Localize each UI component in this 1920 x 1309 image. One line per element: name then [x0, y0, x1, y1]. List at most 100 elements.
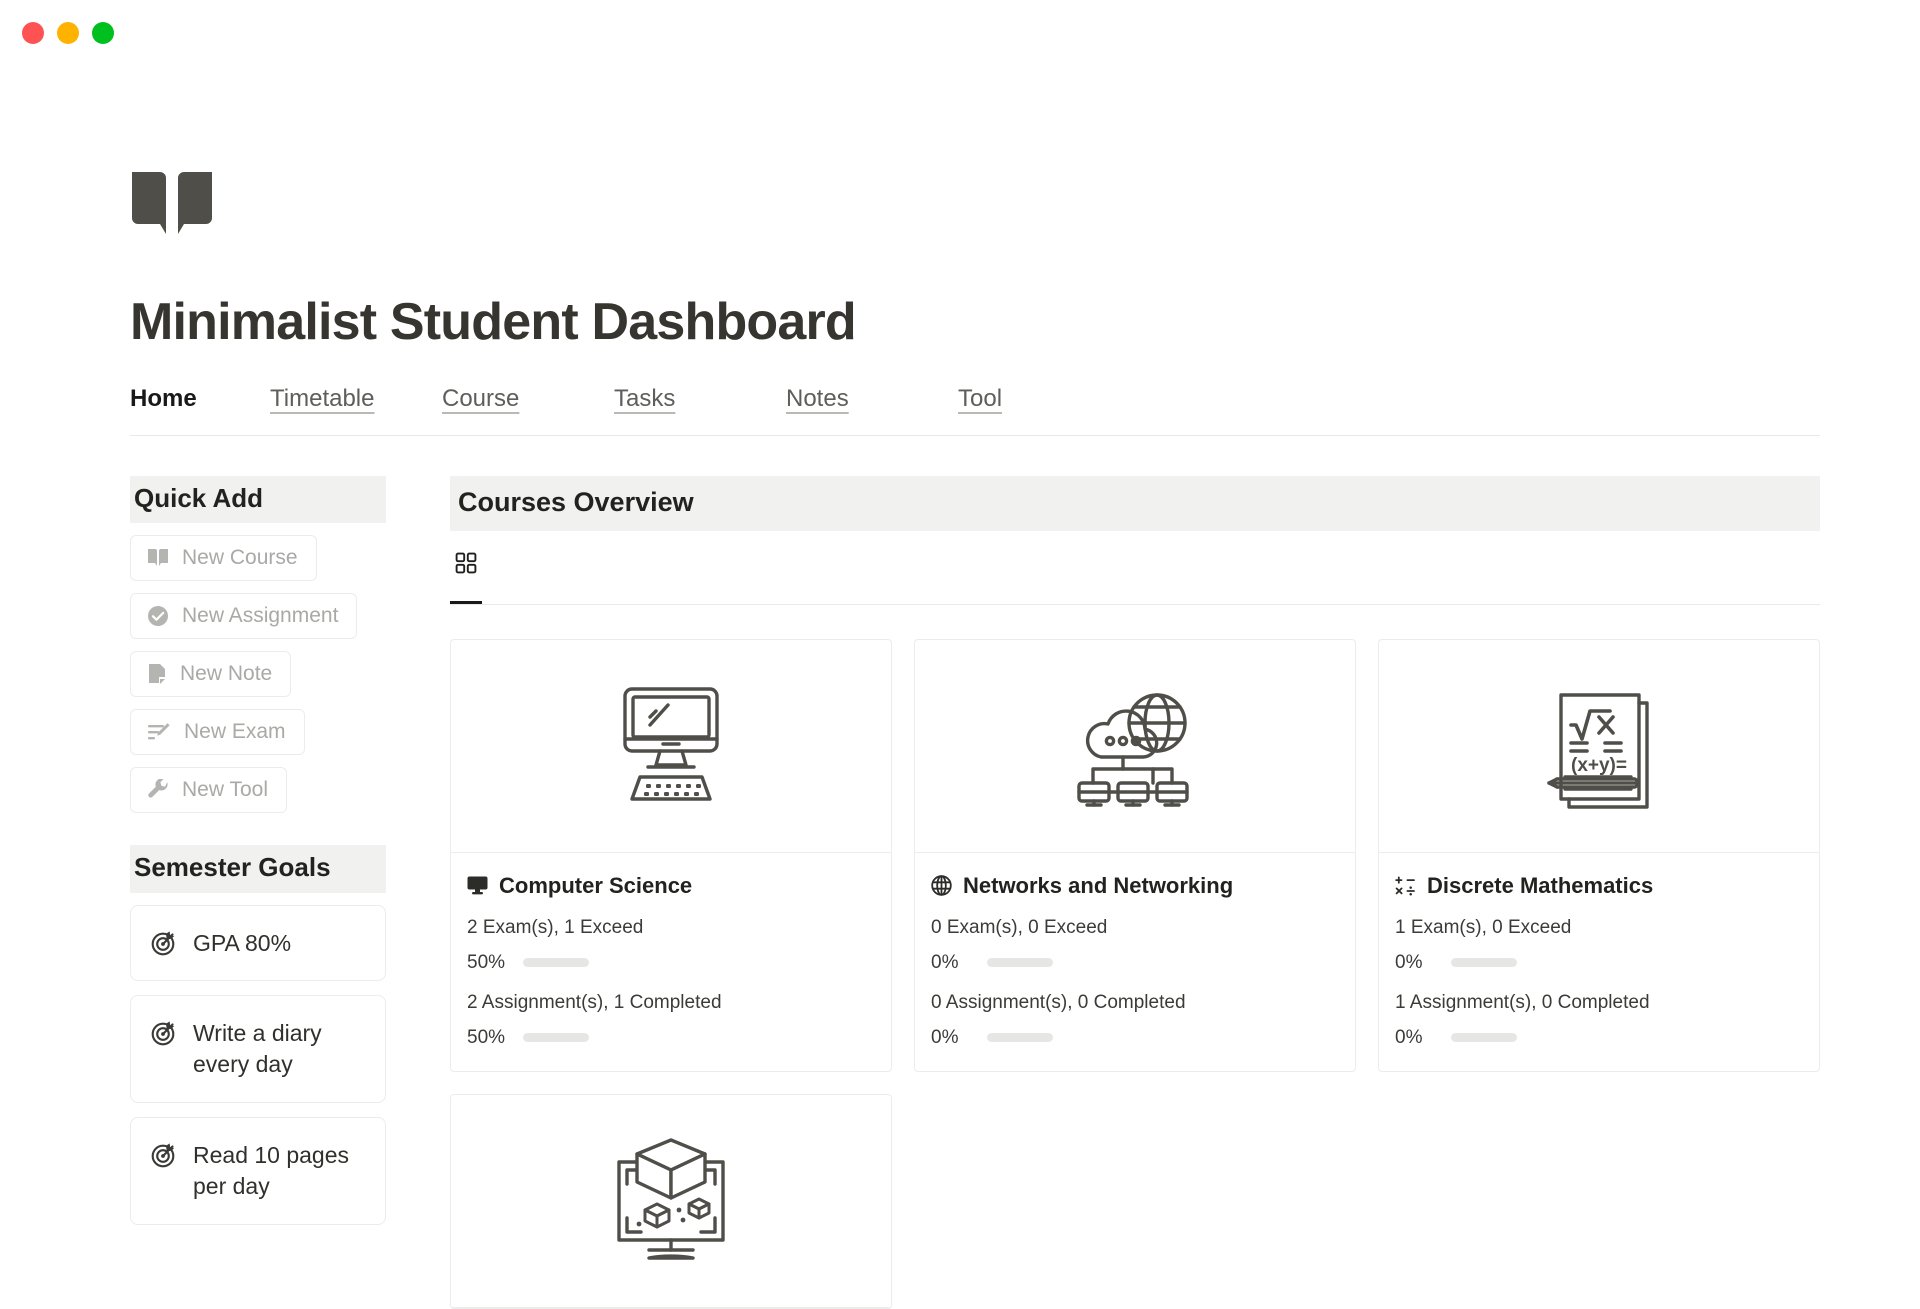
- new-course-button[interactable]: New Course: [130, 535, 317, 582]
- gallery-view-tab[interactable]: [450, 547, 492, 604]
- sidebar: Quick Add New Course New Assignment New …: [130, 476, 386, 1308]
- quick-add-heading: Quick Add: [130, 476, 386, 524]
- target-icon: [151, 1021, 175, 1046]
- course-title: Networks and Networking: [963, 872, 1234, 898]
- course-assignments-text: 2 Assignment(s), 1 Completed: [467, 991, 722, 1013]
- desktop-icon: [467, 876, 488, 895]
- math-symbols-icon: [1395, 876, 1415, 896]
- new-note-label: New Note: [180, 662, 273, 686]
- book-icon: [148, 549, 168, 567]
- target-icon: [151, 1143, 175, 1168]
- goal-label: Read 10 pages per day: [193, 1142, 350, 1199]
- app-window: Minimalist Student Dashboard Home Timeta…: [0, 0, 1920, 1309]
- course-assignments-text: 1 Assignment(s), 0 Completed: [1395, 991, 1650, 1013]
- view-toggle-bar: [450, 547, 1820, 605]
- progress-track: [987, 958, 1053, 968]
- svg-text:(x+y)=: (x+y)=: [1571, 755, 1627, 776]
- course-exams-progress: 50%: [467, 952, 875, 974]
- course-title-row: Computer Science: [467, 873, 875, 899]
- progress-track: [523, 1033, 589, 1043]
- new-assignment-button[interactable]: New Assignment: [130, 593, 358, 640]
- window-controls: [22, 22, 114, 44]
- nav-item-course[interactable]: Course: [442, 385, 519, 412]
- course-title-row: Networks and Networking: [931, 873, 1339, 899]
- page-title: Minimalist Student Dashboard: [130, 293, 857, 351]
- note-icon: [149, 664, 165, 685]
- new-exam-button[interactable]: New Exam: [130, 709, 305, 756]
- course-details: Computer Science 2 Exam(s), 1 Exceed 50%…: [451, 853, 891, 1071]
- page-content: Minimalist Student Dashboard Home Timeta…: [130, 170, 1820, 1309]
- progress-track: [987, 1033, 1053, 1043]
- globe-icon: [931, 875, 952, 896]
- progress-percent: 0%: [1395, 1026, 1423, 1048]
- course-card-networks-and-networking[interactable]: Networks and Networking 0 Exam(s), 0 Exc…: [914, 638, 1356, 1072]
- goal-label: GPA 80%: [193, 929, 292, 956]
- course-assignments-progress: 50%: [467, 1027, 875, 1049]
- exam-pencil-icon: [148, 723, 170, 740]
- course-assignments-progress: 0%: [1395, 1027, 1803, 1049]
- cloud-network-servers-illustration: [1077, 692, 1189, 807]
- course-assignments-progress: 0%: [931, 1027, 1339, 1049]
- course-thumbnail: [451, 640, 891, 853]
- check-circle-icon: [148, 606, 168, 627]
- progress-percent: 50%: [467, 1026, 506, 1048]
- course-exams-text: 0 Exam(s), 0 Exceed: [931, 916, 1108, 938]
- main-navigation: Home Timetable Course Tasks Notes Tool: [130, 385, 1820, 437]
- 3d-cube-monitor-illustration: [617, 1137, 725, 1260]
- course-card-discrete-mathematics[interactable]: (x+y)= Discrete Mathematics 1 Exam(s), 0…: [1378, 638, 1820, 1072]
- target-icon: [151, 930, 175, 955]
- course-details: Discrete Mathematics 1 Exam(s), 0 Exceed…: [1379, 853, 1819, 1071]
- close-window-button[interactable]: [22, 22, 44, 44]
- courses-overview-panel: Courses Overview Computer Science 2 Exam…: [450, 476, 1820, 1309]
- progress-track: [523, 958, 589, 968]
- course-details: Networks and Networking 0 Exam(s), 0 Exc…: [915, 853, 1355, 1071]
- logo: [130, 170, 1820, 242]
- goal-item-gpa[interactable]: GPA 80%: [130, 904, 386, 982]
- body-columns: Quick Add New Course New Assignment New …: [130, 476, 1820, 1309]
- quick-add-list: New Course New Assignment New Note New E…: [130, 535, 386, 814]
- progress-percent: 50%: [467, 951, 506, 973]
- nav-item-notes[interactable]: Notes: [786, 385, 849, 412]
- nav-item-tool[interactable]: Tool: [958, 385, 1002, 412]
- nav-item-tasks[interactable]: Tasks: [614, 385, 675, 412]
- course-title: Computer Science: [499, 872, 693, 898]
- course-exams-text: 2 Exam(s), 1 Exceed: [467, 916, 644, 938]
- progress-percent: 0%: [931, 1026, 959, 1048]
- course-exams-text: 1 Exam(s), 0 Exceed: [1395, 916, 1572, 938]
- course-thumbnail: [915, 640, 1355, 853]
- course-card-partial[interactable]: [450, 1093, 892, 1309]
- goal-item-diary[interactable]: Write a diary every day: [130, 995, 386, 1103]
- nav-item-home[interactable]: Home: [130, 385, 197, 412]
- new-course-label: New Course: [182, 546, 298, 570]
- course-assignments-text: 0 Assignment(s), 0 Completed: [931, 991, 1186, 1013]
- course-thumbnail: (x+y)=: [1379, 640, 1819, 853]
- courses-overview-heading: Courses Overview: [450, 476, 1820, 531]
- course-card-computer-science[interactable]: Computer Science 2 Exam(s), 1 Exceed 50%…: [450, 638, 892, 1072]
- course-exams-progress: 0%: [1395, 952, 1803, 974]
- new-note-button[interactable]: New Note: [130, 651, 292, 698]
- goal-item-reading[interactable]: Read 10 pages per day: [130, 1117, 386, 1225]
- course-exams-progress: 0%: [931, 952, 1339, 974]
- new-tool-label: New Tool: [182, 778, 268, 802]
- zoom-window-button[interactable]: [92, 22, 114, 44]
- minimize-window-button[interactable]: [57, 22, 79, 44]
- course-title: Discrete Mathematics: [1427, 872, 1654, 898]
- computer-monitor-keyboard-illustration: [623, 686, 719, 801]
- progress-track: [1451, 958, 1517, 968]
- nav-item-timetable[interactable]: Timetable: [270, 385, 374, 412]
- goal-label: Write a diary every day: [193, 1020, 322, 1078]
- course-card-grid: Computer Science 2 Exam(s), 1 Exceed 50%…: [450, 638, 1820, 1309]
- math-notebook-pencil-illustration: (x+y)=: [1547, 692, 1649, 809]
- progress-percent: 0%: [1395, 951, 1423, 973]
- gallery-grid-icon: [455, 552, 477, 573]
- open-book-icon: [132, 172, 212, 234]
- course-thumbnail: [451, 1095, 891, 1308]
- wrench-icon: [148, 779, 168, 798]
- progress-track: [1451, 1033, 1517, 1043]
- course-title-row: Discrete Mathematics: [1395, 873, 1803, 899]
- semester-goals-list: GPA 80% Write a diary every day Read 10 …: [130, 904, 386, 1225]
- new-tool-button[interactable]: New Tool: [130, 767, 287, 814]
- semester-goals-heading: Semester Goals: [130, 845, 386, 893]
- progress-percent: 0%: [931, 951, 959, 973]
- new-assignment-label: New Assignment: [182, 604, 339, 628]
